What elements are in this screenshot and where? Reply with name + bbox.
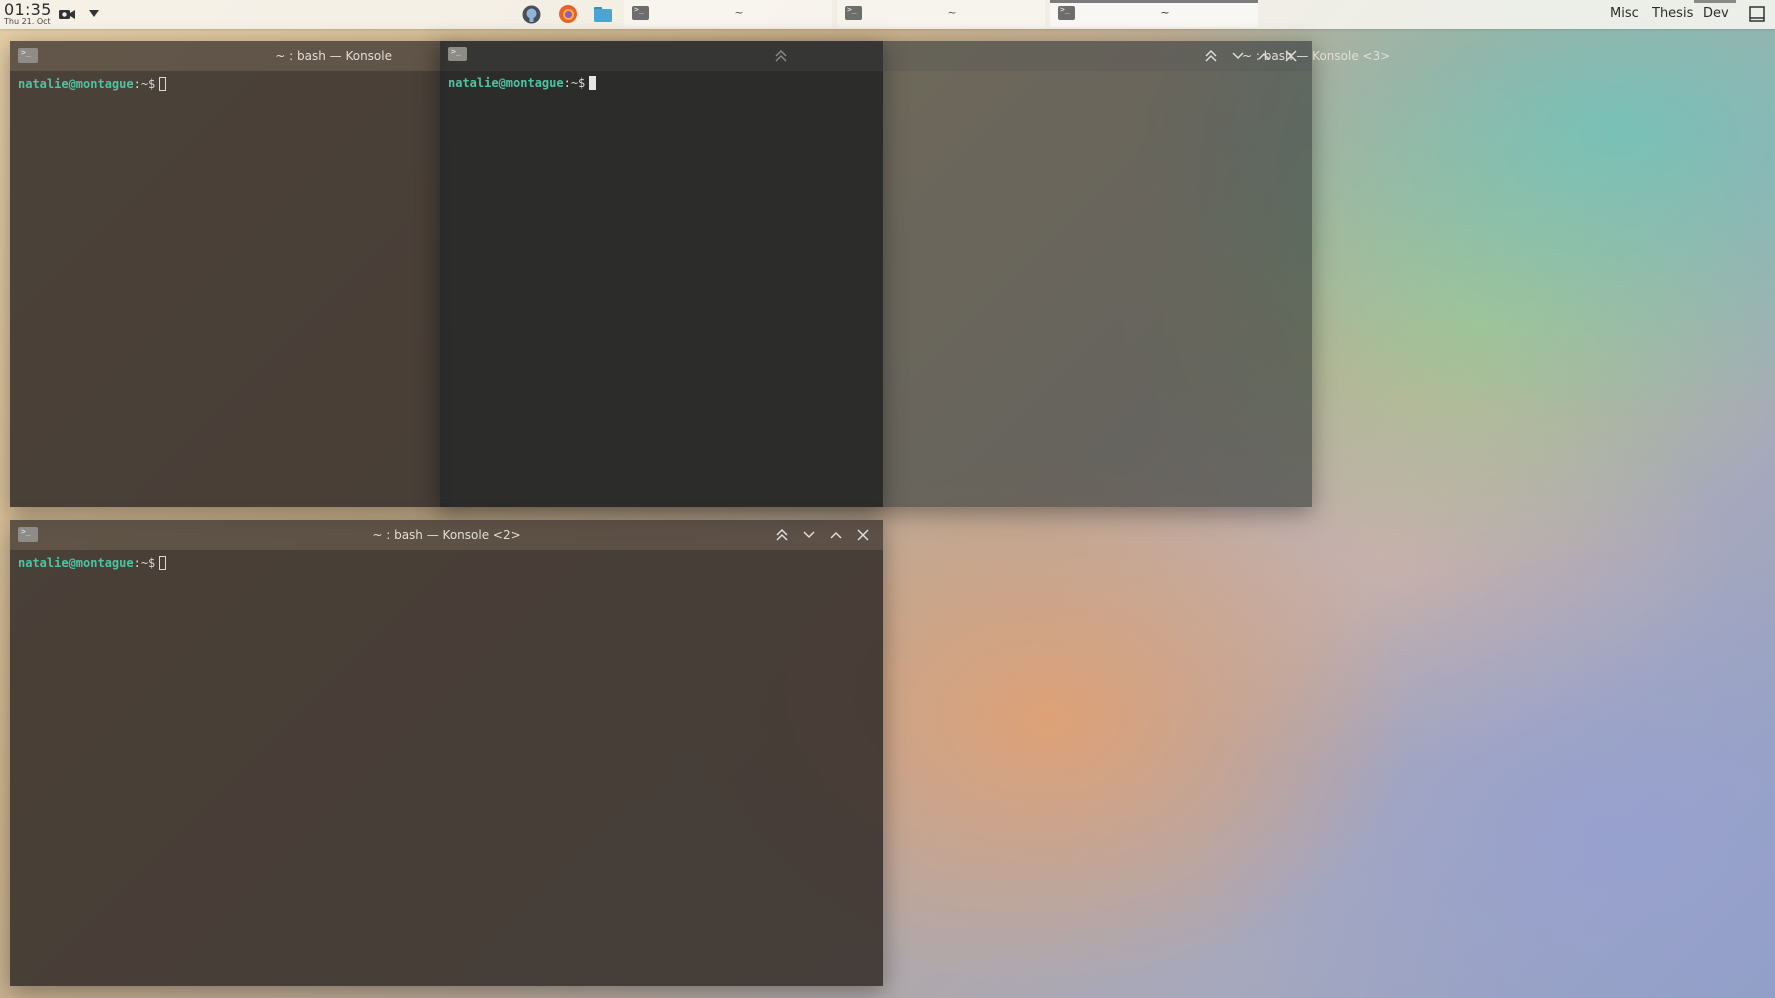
shell-prompt: natalie@montague:~$	[18, 77, 167, 91]
taskbar-item[interactable]: ~	[624, 0, 832, 27]
taskbar-item-label: ~	[947, 6, 957, 19]
taskbar-item-label: ~	[734, 6, 744, 19]
minimize-icon[interactable]	[800, 526, 818, 544]
window-title: ~ : bash — Konsole <2>	[372, 528, 521, 542]
chevron-down-icon[interactable]	[88, 9, 100, 18]
text-cursor	[589, 76, 597, 90]
activity-indicator	[1694, 0, 1736, 3]
terminal-area[interactable]: natalie@montague:~$	[440, 71, 883, 507]
camera-icon[interactable]	[58, 7, 76, 21]
terminal-icon	[632, 5, 649, 20]
prompt-path: :~$	[563, 76, 586, 90]
prompt-user: natalie@montague	[448, 76, 564, 90]
window-title: ~ : bash — Konsole <3>	[1242, 49, 1391, 63]
konsole-window-1[interactable]: ~ : bash — Konsole natalie@montague:~$	[10, 41, 446, 507]
shell-prompt: natalie@montague:~$	[448, 76, 597, 90]
close-icon[interactable]	[1282, 47, 1300, 65]
terminal-area[interactable]: natalie@montague:~$	[10, 71, 446, 507]
keep-above-icon[interactable]	[772, 47, 790, 65]
window-title: ~ : bash — Konsole	[275, 49, 392, 63]
text-cursor	[159, 77, 167, 91]
github-icon[interactable]	[522, 5, 541, 24]
prompt-path: :~$	[133, 556, 156, 570]
terminal-icon	[1058, 5, 1075, 20]
file-manager-icon[interactable]	[593, 5, 613, 23]
terminal-area[interactable]: natalie@montague:~$	[10, 550, 883, 986]
maximize-icon[interactable]	[1255, 47, 1273, 65]
keep-above-icon[interactable]	[773, 526, 791, 544]
keep-above-icon[interactable]	[1202, 47, 1220, 65]
shell-prompt: natalie@montague:~$	[18, 556, 167, 570]
prompt-path: :~$	[133, 77, 156, 91]
taskbar-item[interactable]: ~	[837, 0, 1045, 27]
maximize-icon[interactable]	[827, 526, 845, 544]
konsole-window-middle[interactable]: natalie@montague:~$	[440, 41, 883, 507]
activity-thesis[interactable]: Thesis	[1652, 6, 1693, 21]
show-desktop-icon[interactable]	[1749, 6, 1765, 22]
activity-dev[interactable]: Dev	[1703, 6, 1729, 21]
prompt-user: natalie@montague	[18, 556, 134, 570]
konsole-window-2[interactable]: ~ : bash — Konsole <2> natalie@montague:…	[10, 520, 883, 986]
terminal-icon	[845, 5, 862, 20]
minimize-icon[interactable]	[1229, 47, 1247, 65]
window-titlebar[interactable]	[440, 41, 883, 71]
activity-misc[interactable]: Misc	[1610, 6, 1639, 21]
terminal-icon	[448, 47, 467, 61]
top-panel: 01:35 Thu 21. Oct ~ ~ ~ Misc Thesis	[0, 0, 1775, 29]
close-icon[interactable]	[854, 526, 872, 544]
text-cursor	[159, 556, 167, 570]
firefox-icon[interactable]	[558, 4, 578, 24]
taskbar-item-active[interactable]: ~	[1050, 0, 1258, 27]
prompt-user: natalie@montague	[18, 77, 134, 91]
window-titlebar[interactable]: ~ : bash — Konsole <2>	[10, 520, 883, 550]
window-titlebar[interactable]: ~ : bash — Konsole	[10, 41, 446, 71]
terminal-icon	[18, 48, 38, 63]
clock-date: Thu 21. Oct	[4, 17, 51, 26]
taskbar-item-label: ~	[1160, 6, 1170, 19]
